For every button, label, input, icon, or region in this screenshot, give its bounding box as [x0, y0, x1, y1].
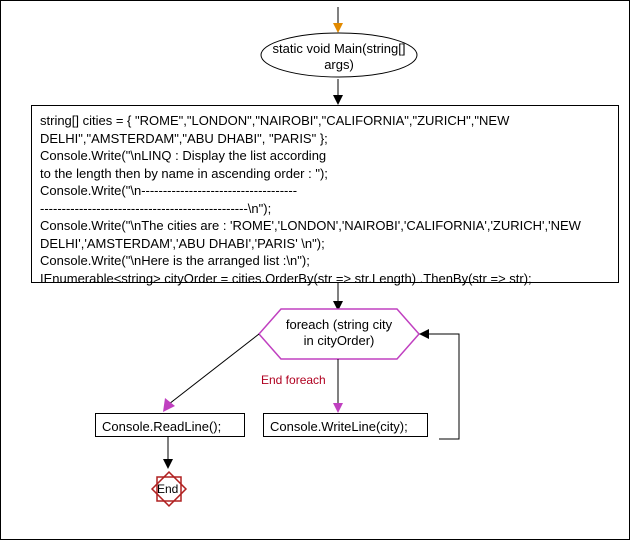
- after-loop-process: Console.ReadLine();: [95, 413, 245, 437]
- start-terminator-label: static void Main(string[] args): [269, 41, 409, 72]
- end-terminator-label: End: [157, 482, 178, 496]
- arrow-loop-to-body: [331, 359, 345, 413]
- entry-arrow: [331, 7, 345, 33]
- end-foreach-label: End foreach: [261, 373, 326, 387]
- arrow-afterloop-to-end: [161, 437, 175, 469]
- arrow-code-to-loop: [331, 283, 345, 311]
- arrow-loop-exit: [159, 334, 269, 424]
- flowchart-canvas: static void Main(string[] args) string[]…: [0, 0, 630, 540]
- arrow-body-back-to-loop: [419, 327, 469, 441]
- arrow-start-to-code: [331, 79, 345, 105]
- code-block-process: string[] cities = { "ROME","LONDON","NAI…: [31, 105, 619, 283]
- loop-body-process: Console.WriteLine(city);: [263, 413, 428, 437]
- foreach-loop-label: foreach (string city in cityOrder): [283, 317, 395, 348]
